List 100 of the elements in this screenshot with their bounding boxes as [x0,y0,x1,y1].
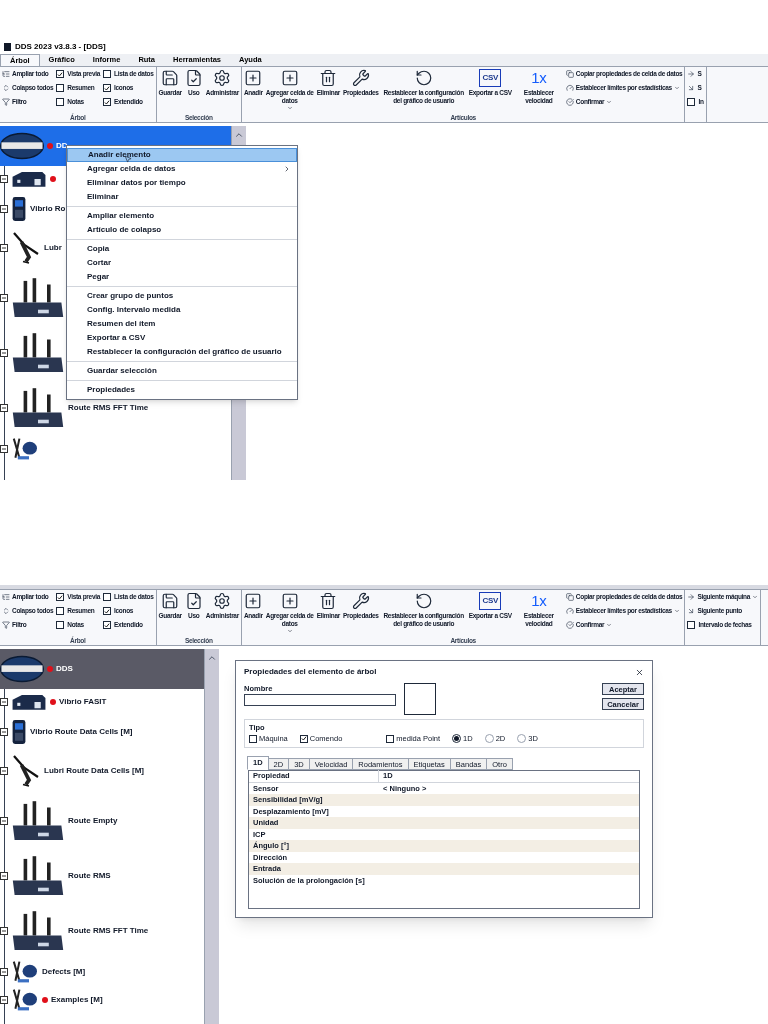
rack-device-icon [11,799,65,842]
menu-item[interactable]: Cortar [67,256,297,270]
tree-item-label: Examples [M] [51,994,103,1006]
checkbox[interactable] [103,607,112,615]
tree-item[interactable]: DDS [0,654,77,684]
command-icon [687,84,696,92]
menu-item[interactable]: Resumen del ítem [67,317,297,331]
tree-item-label: Vibrio FASIT [59,696,107,708]
caret-icon [606,622,613,628]
command-icon [565,84,574,92]
command-icon [2,593,10,601]
menu-item[interactable]: Ampliar elemento [67,209,297,223]
menu-item[interactable]: Eliminar datos por tiempo [67,176,297,190]
command-icon [565,621,574,629]
name-input-field[interactable] [244,694,396,707]
caret-icon [286,105,293,111]
ribbon-icon [161,69,180,87]
menu-item[interactable]: Artículo de colapso [67,223,297,237]
checkbox[interactable] [103,84,112,92]
tree-item-label: Vibrio Route Data Cells [M] [30,726,133,738]
building-icon [11,170,47,188]
ribbon-icon [280,69,299,87]
tree-item[interactable]: Lubri Route Data Cells [M] [0,753,148,789]
app-icon [4,43,11,51]
checkbox[interactable] [299,734,308,743]
ribbon-icon [414,69,433,87]
logo-icon [0,131,44,161]
ribbon-glyph: 1x [531,69,547,87]
menu-item[interactable]: Exportar a CSV [67,331,297,345]
motor-icon [11,988,39,1012]
caret-icon [673,85,680,91]
command-icon [687,593,696,601]
command-icon [2,98,10,106]
checkbox[interactable] [103,98,112,106]
checkbox[interactable] [56,607,65,615]
tree-item-label: Defects [M] [42,966,86,978]
menu-item[interactable]: Restablecer la configuración del gráfico de usuario [67,345,297,359]
checkbox[interactable] [56,593,65,601]
checkbox[interactable] [56,621,65,629]
checkbox[interactable] [687,621,696,629]
tree-item[interactable]: Examples [M] [0,988,107,1012]
tree-item-label: Lubri Route Data Cells [M] [44,765,144,777]
window-title: DDS 2023 v3.8.3 - [DDS] [15,41,106,53]
tree-item[interactable]: Route RMS FFT Time [0,909,153,952]
tree-item[interactable]: Route Empty [0,799,122,842]
menu-item[interactable]: Guardar selección [67,364,297,378]
ribbon-icon [351,69,370,87]
checkbox[interactable] [103,70,112,78]
checkbox[interactable] [687,98,696,106]
checkbox[interactable] [56,70,65,78]
scrollbar[interactable] [205,649,219,1024]
tree-item[interactable]: Vibrio Route Data Cells [M] [0,717,137,747]
image-frame[interactable] [404,683,436,715]
dialog-title: Propiedades del elemento de árbol [244,666,377,678]
checkbox[interactable] [103,621,112,629]
menu-item[interactable]: Crear grupo de puntos [67,289,297,303]
rack-device-icon [11,331,65,374]
ribbon-icon [319,592,338,610]
menu-item[interactable]: Copia [67,242,297,256]
checkbox[interactable] [249,734,257,743]
menu-item[interactable]: Pegar [67,270,297,284]
radio-button[interactable] [517,734,527,744]
ribbon-icon [244,69,263,87]
menu-item[interactable]: Propiedades [67,383,297,397]
ribbon-icon [213,592,232,610]
ribbon-icon [184,592,203,610]
motor-icon [11,960,39,984]
tree-item-label: DDS [56,663,73,675]
radio-button[interactable] [484,734,494,744]
menu-item[interactable]: Anadir elemento [67,148,297,162]
checkbox[interactable] [56,84,65,92]
tree-item[interactable]: Route RMS [0,854,115,897]
menu-item[interactable]: Eliminar [67,190,297,204]
scroll-up-icon [207,653,217,663]
checkbox[interactable] [103,593,112,601]
tree-item[interactable]: Vibrio FASIT [0,693,111,711]
checkbox[interactable] [386,734,395,743]
command-icon [565,70,574,78]
checkbox[interactable] [56,98,65,106]
radio-button[interactable] [452,734,462,744]
command-icon [2,607,10,615]
command-icon [2,70,10,78]
ribbon-icon [414,592,433,610]
tree-item[interactable]: Lubr [0,230,66,266]
rack-device-icon [11,854,65,897]
motor-icon [11,437,39,461]
building-icon [11,693,47,711]
ribbon-glyph: 1x [531,592,547,610]
tree-item-label: Route RMS [68,869,111,882]
tree-item[interactable]: Defects [M] [0,960,90,984]
caret-icon [752,594,759,600]
grease-gun-icon [11,230,41,266]
close-icon [635,667,644,677]
ribbon-icon [161,592,180,610]
menu-item[interactable]: Agregar celda de datos [67,162,297,176]
scroll-up-icon [234,130,244,140]
command-icon [687,70,696,78]
tree-item[interactable]: Vibrio Ro [0,194,70,224]
menu-item[interactable]: Config. Intervalo medida [67,303,297,317]
command-icon [687,607,696,615]
